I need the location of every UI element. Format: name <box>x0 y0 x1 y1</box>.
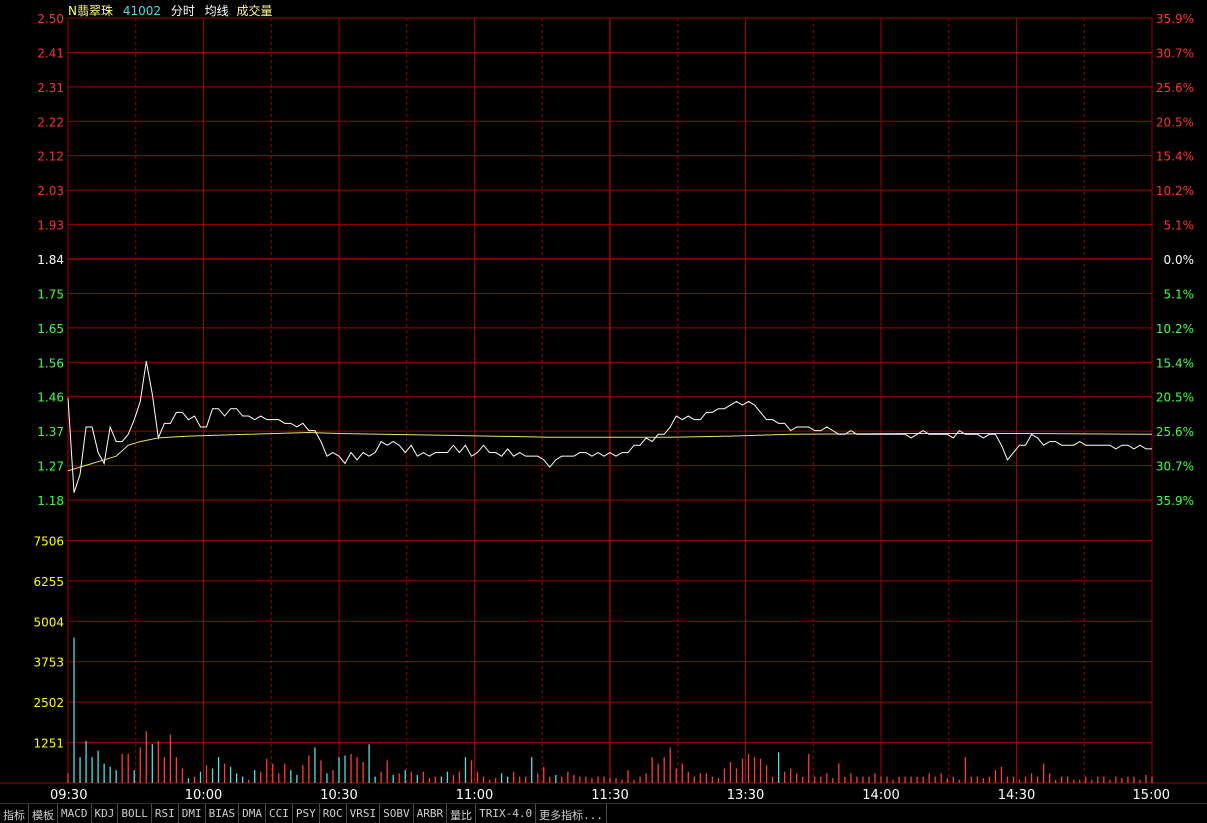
price-tick-label: 1.37 <box>37 425 64 439</box>
volume-tick-label: 5004 <box>33 615 64 629</box>
pct-tick-label: 20.5% <box>1156 391 1194 405</box>
chart-header: N翡翠珠 41002 分时 均线 成交量 <box>68 2 279 18</box>
price-tick-label: 1.65 <box>37 322 64 336</box>
intraday-chart[interactable]: 2.50 35.9% 2.41 30.7% 2.31 25.6% 2.22 20.5% 2.12… <box>0 0 1207 803</box>
time-label: 11:00 <box>456 788 493 803</box>
pct-tick-label: 20.5% <box>1156 115 1194 129</box>
time-label: 14:30 <box>998 788 1035 803</box>
volume-label: 成交量 <box>236 4 273 18</box>
pct-tick-label: 35.9% <box>1156 494 1194 508</box>
tab-1[interactable]: 模板 <box>29 804 58 823</box>
tab-13[interactable]: SOBV <box>380 804 414 823</box>
tab-2[interactable]: MACD <box>58 804 92 823</box>
pct-tick-label: 10.2% <box>1156 322 1194 336</box>
tab-14[interactable]: ARBR <box>414 804 448 823</box>
volume-tick-label: 3753 <box>33 656 64 670</box>
pct-tick-label: 10.2% <box>1156 184 1194 198</box>
time-label: 14:00 <box>862 788 899 803</box>
price-tick-label: 2.12 <box>37 150 64 164</box>
pct-tick-label: 25.6% <box>1156 425 1194 439</box>
volume-tick-label: 7506 <box>33 534 64 548</box>
price-tick-label: 1.27 <box>37 460 64 474</box>
pct-tick-label: 30.7% <box>1156 460 1194 474</box>
time-label: 11:30 <box>591 788 628 803</box>
pct-tick-label: 35.9% <box>1156 12 1194 26</box>
pct-tick-label: 0.0% <box>1164 253 1195 267</box>
tab-17[interactable]: 更多指标... <box>536 804 607 823</box>
price-tick-label: 1.46 <box>37 391 64 405</box>
avg-label: 均线 <box>204 4 229 18</box>
time-label: 15:00 <box>1133 788 1170 803</box>
pct-tick-label: 25.6% <box>1156 81 1194 95</box>
tab-0[interactable]: 指标 <box>0 804 29 823</box>
volume-tick-label: 1251 <box>33 737 64 751</box>
price-tick-label: 1.56 <box>37 356 64 370</box>
time-label: 13:30 <box>727 788 764 803</box>
pct-tick-label: 15.4% <box>1156 150 1194 164</box>
price-tick-label: 2.50 <box>37 12 64 26</box>
price-tick-label: 2.03 <box>37 184 64 198</box>
tab-7[interactable]: BIAS <box>206 804 240 823</box>
time-label: 09:30 <box>50 788 87 803</box>
price-tick-label: 2.22 <box>37 115 64 129</box>
tab-15[interactable]: 量比 <box>447 804 477 823</box>
pct-tick-label: 5.1% <box>1164 219 1195 233</box>
tab-12[interactable]: VRSI <box>347 804 381 823</box>
price-tick-label: 1.84 <box>37 253 64 267</box>
tab-4[interactable]: BOLL <box>118 804 152 823</box>
price-tick-label: 2.41 <box>37 46 64 60</box>
tab-3[interactable]: KDJ <box>92 804 119 823</box>
tab-10[interactable]: PSY <box>293 804 320 823</box>
price-tick-label: 1.18 <box>37 494 64 508</box>
stock-code: 41002 <box>122 4 161 18</box>
volume-tick-label: 2502 <box>33 696 64 710</box>
pct-tick-label: 30.7% <box>1156 46 1194 60</box>
tab-6[interactable]: DMI <box>179 804 206 823</box>
price-tick-label: 1.93 <box>37 219 64 233</box>
tab-5[interactable]: RSI <box>152 804 179 823</box>
pct-tick-label: 5.1% <box>1164 287 1195 301</box>
time-label: 分时 <box>170 4 195 18</box>
tab-8[interactable]: DMA <box>239 804 266 823</box>
price-tick-label: 1.75 <box>37 287 64 301</box>
indicator-tab-bar: 指标 模板 MACD KDJ BOLL RSI DMI BIAS DMA CCI PSY ROC VRS… <box>0 803 1207 823</box>
tab-9[interactable]: CCI <box>266 804 293 823</box>
tab-11[interactable]: ROC <box>320 804 347 823</box>
time-label: 10:00 <box>185 788 222 803</box>
time-label: 10:30 <box>320 788 357 803</box>
pct-tick-label: 15.4% <box>1156 356 1194 370</box>
tab-16[interactable]: TRIX-4.0 <box>476 804 537 823</box>
stock-name: N翡翠珠 <box>68 4 113 18</box>
price-tick-label: 2.31 <box>37 81 64 95</box>
volume-tick-label: 6255 <box>33 575 64 589</box>
